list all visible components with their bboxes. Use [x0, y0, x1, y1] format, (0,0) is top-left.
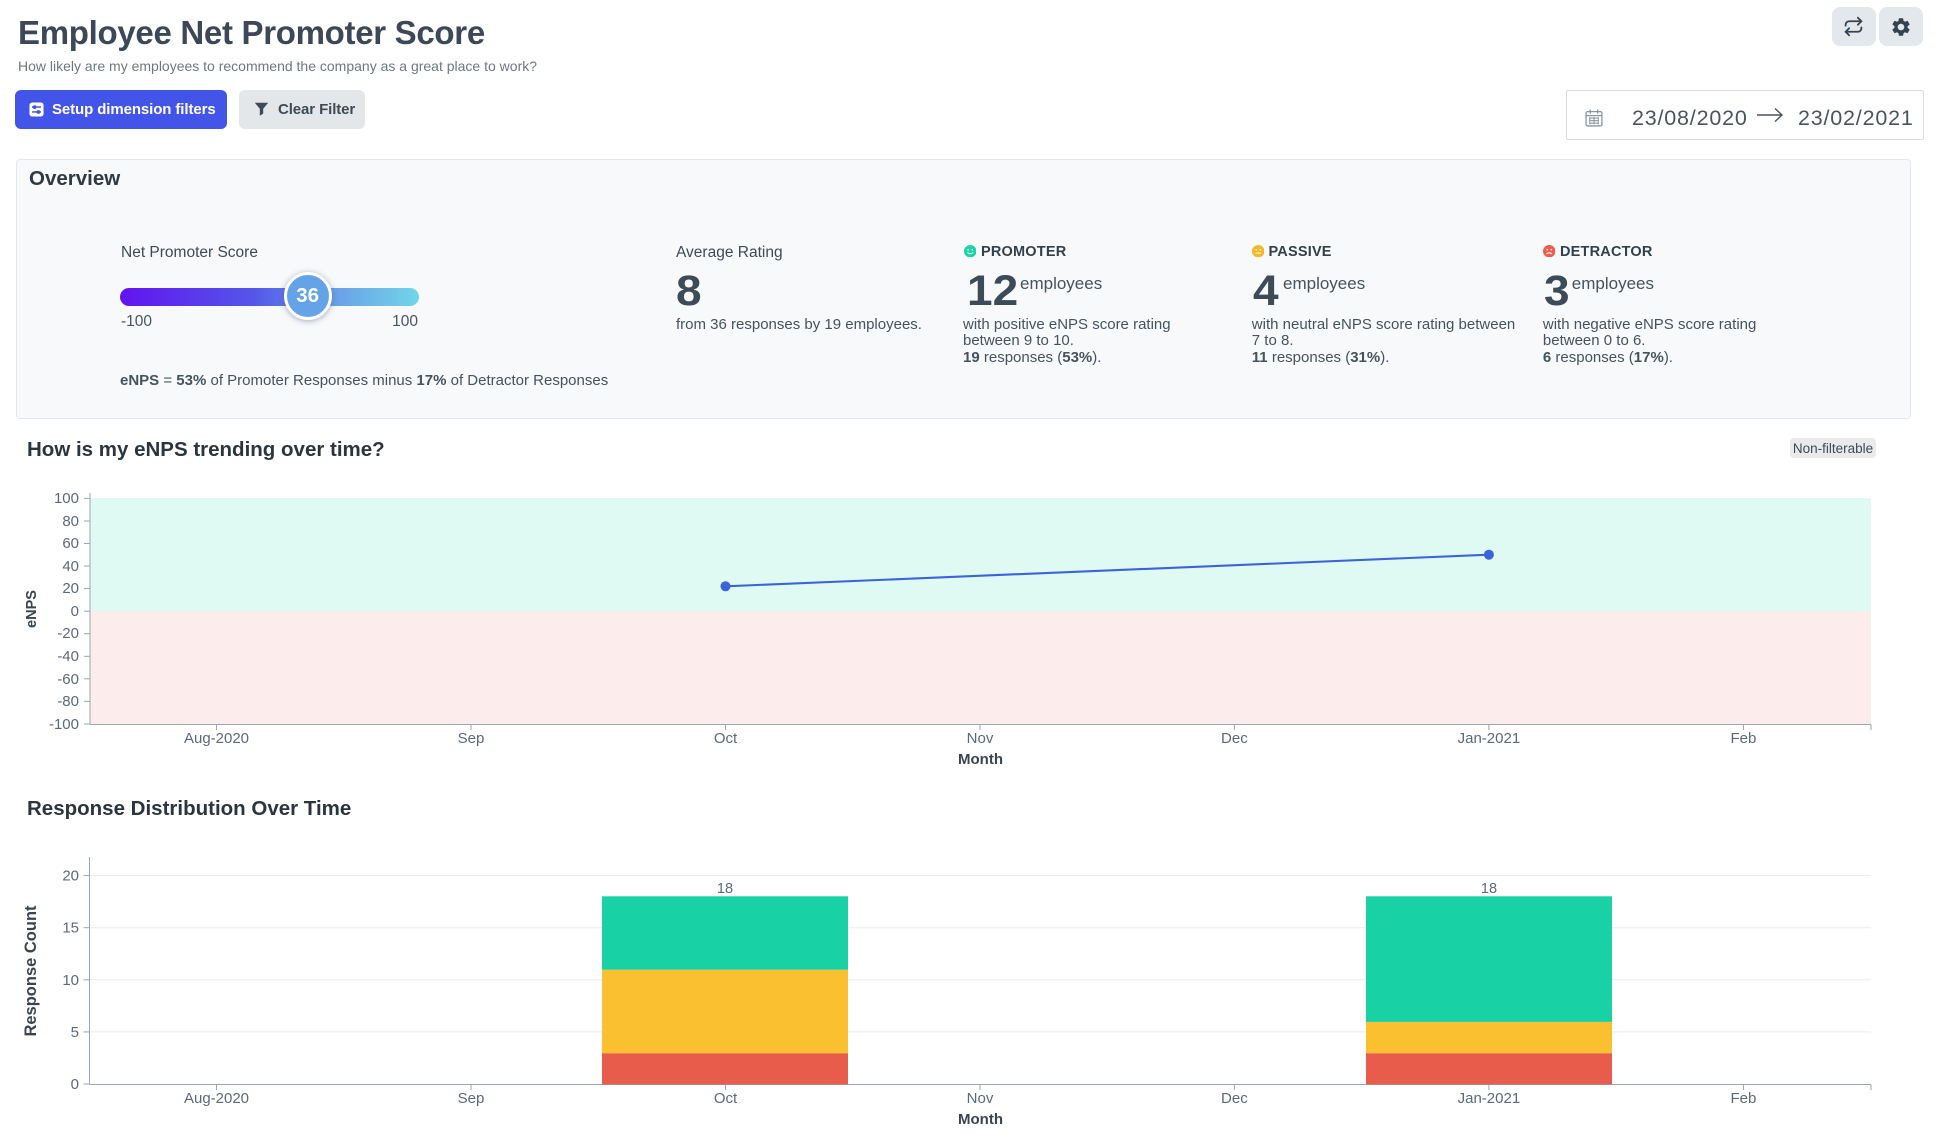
svg-text:eNPS: eNPS — [24, 590, 40, 628]
svg-text:-100: -100 — [49, 716, 79, 733]
svg-text:Nov: Nov — [967, 1090, 994, 1107]
svg-text:-40: -40 — [57, 648, 79, 665]
svg-text:Jan-2021: Jan-2021 — [1458, 730, 1521, 747]
svg-text:0: 0 — [71, 1076, 79, 1093]
svg-text:Month: Month — [958, 1111, 1003, 1128]
svg-text:Dec: Dec — [1221, 730, 1248, 747]
svg-text:100: 100 — [54, 490, 79, 507]
svg-text:-80: -80 — [57, 693, 79, 710]
svg-text:Sep: Sep — [458, 730, 485, 747]
svg-text:15: 15 — [62, 920, 79, 937]
svg-text:Oct: Oct — [714, 1090, 738, 1107]
svg-text:18: 18 — [717, 881, 733, 897]
svg-text:Oct: Oct — [714, 730, 738, 747]
svg-text:Nov: Nov — [967, 730, 994, 747]
svg-text:Jan-2021: Jan-2021 — [1458, 1090, 1521, 1107]
svg-text:-20: -20 — [57, 625, 79, 642]
svg-text:-60: -60 — [57, 671, 79, 688]
svg-text:Response Count: Response Count — [22, 905, 40, 1037]
svg-text:Month: Month — [958, 751, 1003, 768]
svg-text:Aug-2020: Aug-2020 — [184, 1090, 249, 1107]
svg-text:0: 0 — [71, 603, 79, 620]
svg-text:60: 60 — [62, 535, 79, 552]
svg-text:20: 20 — [62, 580, 79, 597]
svg-text:Feb: Feb — [1730, 1090, 1756, 1107]
svg-text:Feb: Feb — [1730, 730, 1756, 747]
svg-text:80: 80 — [62, 513, 79, 530]
svg-text:Dec: Dec — [1221, 1090, 1248, 1107]
svg-text:Aug-2020: Aug-2020 — [184, 730, 249, 747]
svg-text:10: 10 — [62, 972, 79, 989]
svg-text:18: 18 — [1481, 881, 1497, 897]
svg-text:5: 5 — [71, 1024, 79, 1041]
svg-text:Sep: Sep — [458, 1090, 485, 1107]
svg-text:20: 20 — [62, 868, 79, 885]
svg-text:40: 40 — [62, 558, 79, 575]
